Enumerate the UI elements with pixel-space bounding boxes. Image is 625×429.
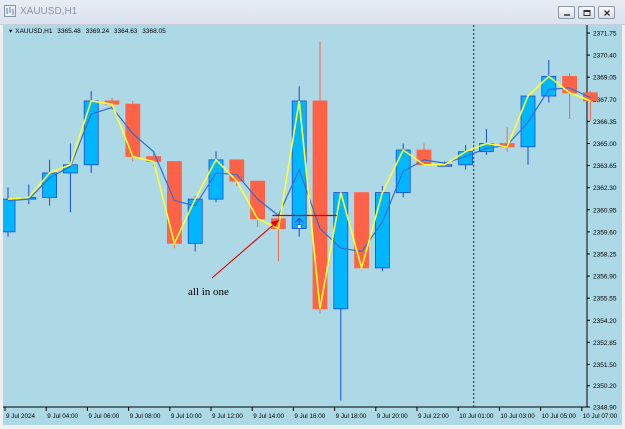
chart-window: XAUUSD,H1 2371.75 2370.40 2369.05 2367.70 23… (0, 0, 625, 429)
ohlc-close: 3368.05 (142, 28, 166, 35)
time-tick-label: 9 Jul 08:00 (130, 413, 161, 420)
close-icon (604, 10, 610, 16)
price-tick-label: 2355.55 (593, 296, 617, 303)
candle-body[interactable] (291, 100, 307, 229)
price-tick-label: 2366.35 (593, 119, 617, 126)
time-tick-label: 9 Jul 06:00 (88, 413, 119, 420)
time-tick-label: 9 Jul 2024 (6, 413, 36, 420)
candle-body[interactable] (3, 198, 16, 233)
price-tick-label: 2356.90 (593, 274, 617, 281)
symbol-dropdown-icon[interactable]: ▾ (9, 28, 12, 35)
price-tick-label: 2369.05 (593, 75, 617, 82)
restore-icon (583, 10, 591, 16)
price-tick-label: 2352.85 (593, 340, 617, 347)
time-tick-label: 9 Jul 12:00 (212, 413, 243, 420)
time-tick-label: 9 Jul 18:00 (336, 413, 367, 420)
price-tick-label: 2360.95 (593, 207, 617, 214)
time-tick-label: 10 Jul 03:00 (500, 413, 535, 420)
time-tick-label: 9 Jul 22:00 (418, 413, 449, 420)
ohlc-low: 3364.63 (113, 28, 138, 35)
ohlc-high: 3369.24 (85, 28, 110, 35)
chart-window-icon (4, 5, 16, 17)
candle-body[interactable] (83, 100, 99, 166)
price-tick-label: 2362.30 (593, 185, 617, 192)
annotation-text: all in one (188, 286, 229, 298)
candle-body[interactable] (42, 172, 57, 198)
minimize-icon (564, 14, 570, 16)
ohlc-header: ▾ XAUUSD,H1 3365.48 3369.24 3364.63 3368.… (9, 27, 169, 35)
candle-body[interactable] (374, 192, 390, 269)
price-tick-label: 2354.20 (593, 318, 617, 325)
price-chart[interactable]: 2371.75 2370.40 2369.05 2367.70 2366.35 2365.… (3, 25, 622, 425)
chart-canvas[interactable]: 2371.752370.402369.052367.702366.352365.… (3, 25, 622, 425)
time-tick-label: 9 Jul 14:00 (253, 413, 284, 420)
time-tick-label: 9 Jul 10:00 (171, 413, 202, 420)
candle-body[interactable] (250, 180, 266, 220)
time-tick-label: 9 Jul 16:00 (294, 413, 325, 420)
candle-body[interactable] (229, 159, 245, 182)
time-tick-label: 10 Jul 07:00 (583, 413, 618, 420)
price-tick-label: 2348.90 (593, 405, 617, 412)
annotation-arrow-line (211, 219, 280, 279)
price-tick-label: 2371.75 (593, 31, 617, 38)
price-tick-label: 2365.00 (593, 141, 617, 148)
candle-body[interactable] (354, 192, 370, 269)
time-tick-label: 9 Jul 20:00 (377, 413, 408, 420)
window-titlebar[interactable]: XAUUSD,H1 (0, 0, 625, 25)
time-tick-label: 9 Jul 04:00 (47, 413, 78, 420)
candle-body[interactable] (125, 103, 141, 157)
ohlc-symbol: XAUUSD,H1 (15, 28, 53, 35)
time-tick-label: 10 Jul 05:00 (542, 413, 577, 420)
price-tick-label: 2370.40 (593, 53, 617, 60)
close-button[interactable] (598, 6, 615, 19)
minimize-button[interactable] (558, 6, 575, 19)
window-title: XAUUSD,H1 (20, 6, 78, 17)
price-tick-label: 2350.20 (593, 383, 617, 390)
restore-button[interactable] (578, 6, 595, 19)
arrow-marker-box (296, 224, 302, 229)
ohlc-open: 3365.48 (57, 28, 81, 35)
price-tick-label: 2359.60 (593, 229, 617, 236)
price-tick-label: 2363.65 (593, 163, 617, 170)
price-tick-label: 2351.50 (593, 362, 617, 369)
time-tick-label: 10 Jul 01:00 (459, 413, 494, 420)
price-tick-label: 2358.25 (593, 251, 617, 258)
